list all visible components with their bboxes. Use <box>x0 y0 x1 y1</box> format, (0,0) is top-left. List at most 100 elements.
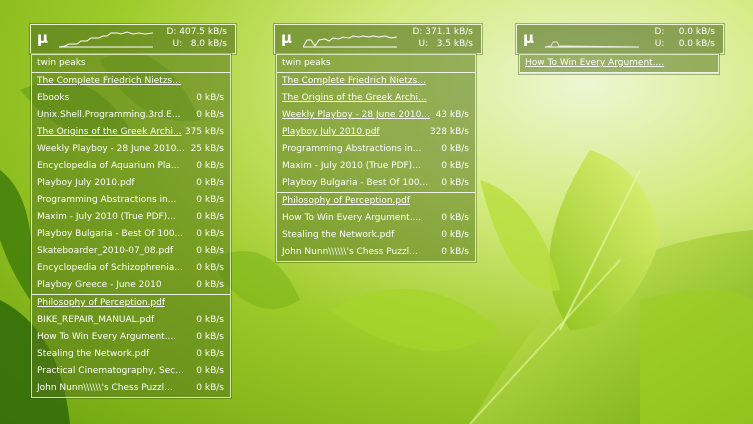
bandwidth-graph <box>59 31 153 48</box>
torrent-name: Playboy Greece - June 2010 <box>37 280 162 290</box>
widget-1-header[interactable]: µ D: 407.5 kB/s U: 8.0 kB/s <box>30 24 236 54</box>
torrent-name: Playboy Bulgaria - Best Of 100... <box>282 178 429 188</box>
torrent-name: Practical Cinematography, Sec... <box>37 366 184 376</box>
torrent-name: Maxim - July 2010 (True PDF)... <box>282 161 421 171</box>
torrent-name: Skateboarder_2010-07_08.pdf <box>37 246 174 256</box>
torrent-name: Unix.Shell.Programming.3rd.E... <box>37 110 181 120</box>
torrent-row[interactable]: BIKE_REPAIR_MANUAL.pdf 0 kB/s <box>32 312 230 329</box>
torrent-rate: 0 kB/s <box>196 383 224 393</box>
torrent-rate: 0 kB/s <box>196 110 224 120</box>
torrent-rate: 0 kB/s <box>196 195 224 205</box>
torrent-name: Stealing the Network.pdf <box>37 349 150 359</box>
torrent-rate: 0 kB/s <box>196 229 224 239</box>
upload-speed: U: 0.0 kB/s <box>654 39 715 49</box>
torrent-name: The Origins of the Greek Archi... <box>37 127 182 137</box>
upload-speed: U: 3.5 kB/s <box>418 39 473 49</box>
torrent-rate: 0 kB/s <box>441 247 469 257</box>
torrent-name: How To Win Every Argument.... <box>282 213 422 223</box>
download-speed: D: 407.5 kB/s <box>166 27 227 37</box>
torrent-row[interactable]: Stealing the Network.pdf 0 kB/s <box>277 227 475 244</box>
torrent-name: The Complete Friedrich Nietzs... <box>282 76 426 86</box>
torrent-name: twin peaks <box>282 58 331 68</box>
torrent-rate: 0 kB/s <box>441 213 469 223</box>
torrent-row[interactable]: John Nunn\\\\\\'s Chess Puzzl... 0 kB/s <box>32 380 230 397</box>
torrent-row[interactable]: Playboy July 2010.pdf 0 kB/s <box>32 175 230 192</box>
torrent-name: Playboy July 2010.pdf <box>37 178 135 188</box>
torrent-row[interactable]: How To Win Every Argument.... 0 kB/s <box>277 210 475 227</box>
torrent-rate: 0 kB/s <box>196 349 224 359</box>
torrent-row[interactable]: The Origins of the Greek Archi... 375 kB/… <box>32 124 230 141</box>
torrent-rate: 0 kB/s <box>196 246 224 256</box>
torrent-rate: 0 kB/s <box>441 178 469 188</box>
torrent-rate: 375 kB/s <box>184 127 224 137</box>
torrent-name: Philosophy of Perception.pdf <box>37 298 166 308</box>
torrent-row[interactable]: Maxim - July 2010 (True PDF)... 0 kB/s <box>277 158 475 175</box>
torrent-row[interactable]: Encyclopedia of Aquarium Pla... 0 kB/s <box>32 158 230 175</box>
torrent-name: The Complete Friedrich Nietzs... <box>37 76 181 86</box>
torrent-rate: 0 kB/s <box>196 263 224 273</box>
torrent-row[interactable]: How To Win Every Argument.... <box>520 55 718 73</box>
torrent-row[interactable]: Philosophy of Perception.pdf <box>32 295 230 312</box>
widget-2-header[interactable]: µ D: 371.1 kB/s U: 3.5 kB/s <box>274 24 482 54</box>
torrent-name: How To Win Every Argument.... <box>37 332 177 342</box>
torrent-rate: 328 kB/s <box>429 127 469 137</box>
torrent-rate: 0 kB/s <box>196 212 224 222</box>
torrent-row[interactable]: The Complete Friedrich Nietzs... <box>277 73 475 90</box>
torrent-row[interactable]: Weekly Playboy - 28 June 2010... 43 kB/s <box>277 107 475 124</box>
torrent-name: Programming Abstractions in... <box>282 144 422 154</box>
mu-logo-icon: µ <box>523 29 535 47</box>
bandwidth-graph <box>303 35 397 48</box>
widget-3-header[interactable]: µ D: 0.0 kB/s U: 0.0 kB/s <box>516 24 724 54</box>
download-speed: D: 0.0 kB/s <box>654 27 715 37</box>
widget-3-list: How To Win Every Argument.... <box>519 54 719 74</box>
torrent-row[interactable]: Programming Abstractions in... 0 kB/s <box>277 141 475 158</box>
download-speed: D: 371.1 kB/s <box>412 27 473 37</box>
torrent-row[interactable]: twin peaks <box>277 55 475 73</box>
torrent-row[interactable]: twin peaks <box>32 55 230 73</box>
torrent-name: Weekly Playboy - 28 June 2010... <box>37 144 185 154</box>
torrent-row[interactable]: Encyclopedia of Schizophrenia... 0 kB/s <box>32 260 230 277</box>
torrent-rate: 0 kB/s <box>196 315 224 325</box>
torrent-row[interactable]: Playboy Bulgaria - Best Of 100... 0 kB/s <box>277 175 475 193</box>
torrent-rate: 25 kB/s <box>190 144 224 154</box>
torrent-row[interactable]: Maxim - July 2010 (True PDF)... 0 kB/s <box>32 209 230 226</box>
torrent-row[interactable]: John Nunn\\\\\\'s Chess Puzzl... 0 kB/s <box>277 244 475 261</box>
torrent-row[interactable]: Weekly Playboy - 28 June 2010... 25 kB/s <box>32 141 230 158</box>
torrent-name: How To Win Every Argument.... <box>525 58 665 68</box>
torrent-rate: 0 kB/s <box>196 332 224 342</box>
torrent-row[interactable]: Practical Cinematography, Sec... 0 kB/s <box>32 363 230 380</box>
torrent-name: The Origins of the Greek Archi... <box>282 93 427 103</box>
torrent-row[interactable]: How To Win Every Argument.... 0 kB/s <box>32 329 230 346</box>
torrent-name: twin peaks <box>37 58 86 68</box>
widget-1-list: twin peaks The Complete Friedrich Nietzs.… <box>31 54 231 398</box>
torrent-name: BIKE_REPAIR_MANUAL.pdf <box>37 315 155 325</box>
torrent-name: Stealing the Network.pdf <box>282 230 395 240</box>
torrent-row[interactable]: Programming Abstractions in... 0 kB/s <box>32 192 230 209</box>
torrent-rate: 0 kB/s <box>196 161 224 171</box>
mu-logo-icon: µ <box>281 29 293 47</box>
torrent-row[interactable]: Playboy Greece - June 2010 0 kB/s <box>32 277 230 295</box>
torrent-row[interactable]: The Complete Friedrich Nietzs... <box>32 73 230 90</box>
widget-2-list: twin peaks The Complete Friedrich Nietzs.… <box>276 54 476 262</box>
torrent-name: Encyclopedia of Aquarium Pla... <box>37 161 180 171</box>
torrent-name: John Nunn\\\\\\'s Chess Puzzl... <box>282 247 418 257</box>
mu-logo-icon: µ <box>37 29 49 47</box>
torrent-row[interactable]: Skateboarder_2010-07_08.pdf 0 kB/s <box>32 243 230 260</box>
torrent-name: Maxim - July 2010 (True PDF)... <box>37 212 176 222</box>
torrent-rate: 0 kB/s <box>196 366 224 376</box>
bandwidth-graph <box>545 41 639 48</box>
torrent-name: Encyclopedia of Schizophrenia... <box>37 263 183 273</box>
torrent-row[interactable]: Unix.Shell.Programming.3rd.E... 0 kB/s <box>32 107 230 124</box>
torrent-rate: 0 kB/s <box>196 178 224 188</box>
torrent-row[interactable]: Playboy July 2010.pdf 328 kB/s <box>277 124 475 141</box>
torrent-row[interactable]: Stealing the Network.pdf 0 kB/s <box>32 346 230 363</box>
torrent-name: Programming Abstractions in... <box>37 195 177 205</box>
torrent-row[interactable]: Philosophy of Perception.pdf <box>277 193 475 210</box>
torrent-rate: 0 kB/s <box>196 280 224 290</box>
torrent-row[interactable]: Ebooks 0 kB/s <box>32 90 230 107</box>
torrent-row[interactable]: The Origins of the Greek Archi... <box>277 90 475 107</box>
torrent-name: Weekly Playboy - 28 June 2010... <box>282 110 430 120</box>
torrent-name: Ebooks <box>37 93 70 103</box>
torrent-row[interactable]: Playboy Bulgaria - Best Of 100... 0 kB/s <box>32 226 230 243</box>
torrent-rate: 43 kB/s <box>435 110 469 120</box>
